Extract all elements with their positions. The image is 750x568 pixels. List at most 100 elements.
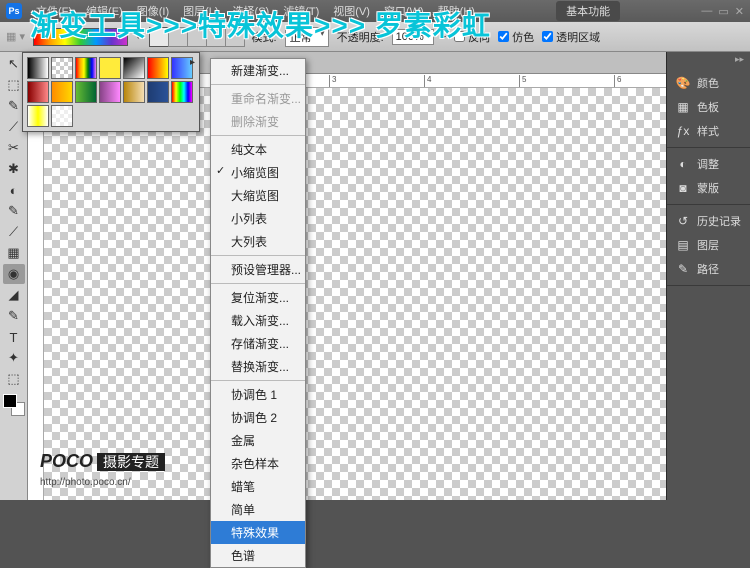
- presets-flyout-menu: 新建渐变... 重命名渐变... 删除渐变 纯文本 小缩览图 大缩览图 小列表 …: [210, 58, 306, 568]
- panel-swatches[interactable]: ▦色板: [667, 95, 750, 119]
- mode-label: 模式:: [252, 29, 277, 45]
- opacity-input[interactable]: 100%: [392, 29, 434, 45]
- tool-7[interactable]: ✎: [3, 201, 25, 221]
- tool-12[interactable]: ✎: [3, 306, 25, 326]
- gradient-diamond-icon[interactable]: [225, 27, 245, 47]
- gradient-preset-3[interactable]: [99, 57, 121, 79]
- tool-9[interactable]: ▦: [3, 243, 25, 263]
- menu-large-thumb[interactable]: 大缩览图: [211, 184, 305, 207]
- gradient-preset-15[interactable]: [51, 105, 73, 127]
- gradient-preset-11[interactable]: [123, 81, 145, 103]
- menu-load-gradients[interactable]: 载入渐变...: [211, 309, 305, 332]
- menu-new-gradient[interactable]: 新建渐变...: [211, 59, 305, 82]
- menu-harmonic2[interactable]: 协调色 2: [211, 406, 305, 429]
- gradient-preset-5[interactable]: [147, 57, 169, 79]
- menu-small-thumb[interactable]: 小缩览图: [211, 161, 305, 184]
- mode-select[interactable]: 正常: [285, 27, 329, 47]
- menu-special-effects[interactable]: 特殊效果: [211, 521, 305, 544]
- gradient-preset-14[interactable]: [27, 105, 49, 127]
- close-icon[interactable]: ✕: [735, 5, 744, 18]
- paths-icon: ✎: [675, 262, 691, 276]
- menu-text-only[interactable]: 纯文本: [211, 138, 305, 161]
- gradient-reflected-icon[interactable]: [206, 27, 226, 47]
- gradient-dropdown-icon[interactable]: ▾: [136, 31, 141, 42]
- options-bar: ▦ ▾ ▾ 模式: 正常 不透明度: 100% ▸ 反向 仿色 透明区域: [0, 22, 750, 52]
- menu-select[interactable]: 选择(S): [233, 3, 270, 19]
- gradient-angle-icon[interactable]: [187, 27, 207, 47]
- menu-spectrum[interactable]: 色谱: [211, 544, 305, 567]
- gradient-radial-icon[interactable]: [168, 27, 188, 47]
- gradient-preset-12[interactable]: [147, 81, 169, 103]
- gradient-preset-4[interactable]: [123, 57, 145, 79]
- menu-filter[interactable]: 滤镜(T): [283, 3, 319, 19]
- maximize-icon[interactable]: ▭: [718, 5, 728, 18]
- menubar: Ps 文件(F) 编辑(E) 图像(I) 图层(L) 选择(S) 滤镜(T) 视…: [0, 0, 750, 22]
- panel-paths[interactable]: ✎路径: [667, 257, 750, 281]
- collapse-panels-icon[interactable]: ▸▸: [667, 52, 750, 67]
- panel-adjustments[interactable]: ◐调整: [667, 152, 750, 176]
- tool-11[interactable]: ◢: [3, 285, 25, 305]
- masks-icon: ◙: [675, 181, 691, 195]
- menu-window[interactable]: 窗口(W): [384, 3, 424, 19]
- app-logo-icon: Ps: [6, 3, 22, 19]
- menu-rename-gradient: 重命名渐变...: [211, 87, 305, 110]
- menu-replace-gradients[interactable]: 替换渐变...: [211, 355, 305, 378]
- gradient-preset-1[interactable]: [51, 57, 73, 79]
- gradient-type-group: [149, 27, 244, 47]
- transparency-checkbox[interactable]: 透明区域: [542, 29, 600, 45]
- menu-large-list[interactable]: 大列表: [211, 230, 305, 253]
- menu-metal[interactable]: 金属: [211, 429, 305, 452]
- panel-masks[interactable]: ◙蒙版: [667, 176, 750, 200]
- menu-view[interactable]: 视图(V): [333, 3, 370, 19]
- gradient-linear-icon[interactable]: [149, 27, 169, 47]
- tool-10[interactable]: ◉: [3, 264, 25, 284]
- opacity-label: 不透明度:: [337, 29, 384, 45]
- menu-image[interactable]: 图像(I): [137, 3, 169, 19]
- menu-file[interactable]: 文件(F): [36, 3, 72, 19]
- panel-layers[interactable]: ▤图层: [667, 233, 750, 257]
- color-icon: 🎨: [675, 76, 691, 90]
- panels-dock: ▸▸ 🎨颜色 ▦色板 ƒx样式 ◐调整 ◙蒙版 ↺历史记录 ▤图层 ✎路径: [666, 52, 750, 500]
- gradient-preset-9[interactable]: [75, 81, 97, 103]
- menu-edit[interactable]: 编辑(E): [86, 3, 123, 19]
- gradient-preset-7[interactable]: [27, 81, 49, 103]
- menu-save-gradients[interactable]: 存储渐变...: [211, 332, 305, 355]
- layers-icon: ▤: [675, 238, 691, 252]
- menu-harmonic1[interactable]: 协调色 1: [211, 383, 305, 406]
- tool-15[interactable]: ⬚: [3, 369, 25, 389]
- panel-history[interactable]: ↺历史记录: [667, 209, 750, 233]
- menu-preset-manager[interactable]: 预设管理器...: [211, 258, 305, 281]
- tool-14[interactable]: ✦: [3, 348, 25, 368]
- panel-styles[interactable]: ƒx样式: [667, 119, 750, 143]
- tool-6[interactable]: ◐: [3, 180, 25, 200]
- gradient-preset-0[interactable]: [27, 57, 49, 79]
- gradient-preset-8[interactable]: [51, 81, 73, 103]
- canvas[interactable]: [44, 88, 666, 500]
- panel-color[interactable]: 🎨颜色: [667, 71, 750, 95]
- adjustments-icon: ◐: [675, 157, 691, 171]
- gradient-preset-10[interactable]: [99, 81, 121, 103]
- menu-pastel[interactable]: 蜡笔: [211, 475, 305, 498]
- tool-8[interactable]: ⟋: [3, 222, 25, 242]
- gradient-preset-2[interactable]: [75, 57, 97, 79]
- swatches-icon: ▦: [675, 100, 691, 114]
- menu-help[interactable]: 帮助(H): [438, 3, 475, 19]
- gradient-preset-13[interactable]: [171, 81, 193, 103]
- tool-13[interactable]: T: [3, 327, 25, 347]
- workspace-switcher[interactable]: 基本功能: [556, 1, 620, 21]
- menu-simple[interactable]: 简单: [211, 498, 305, 521]
- menu-noise[interactable]: 杂色样本: [211, 452, 305, 475]
- color-wells[interactable]: [3, 394, 25, 416]
- dither-checkbox[interactable]: 仿色: [498, 29, 534, 45]
- menu-reset-gradients[interactable]: 复位渐变...: [211, 286, 305, 309]
- tool-5[interactable]: ✱: [3, 159, 25, 179]
- presets-flyout-icon[interactable]: ▸: [190, 57, 195, 68]
- menu-small-list[interactable]: 小列表: [211, 207, 305, 230]
- menu-layer[interactable]: 图层(L): [183, 3, 218, 19]
- reverse-checkbox[interactable]: 反向: [454, 29, 490, 45]
- history-icon: ↺: [675, 214, 691, 228]
- gradient-preview[interactable]: [33, 28, 128, 46]
- minimize-icon[interactable]: —: [701, 5, 712, 18]
- window-controls: — ▭ ✕: [701, 5, 744, 18]
- tool-4[interactable]: ✂: [3, 138, 25, 158]
